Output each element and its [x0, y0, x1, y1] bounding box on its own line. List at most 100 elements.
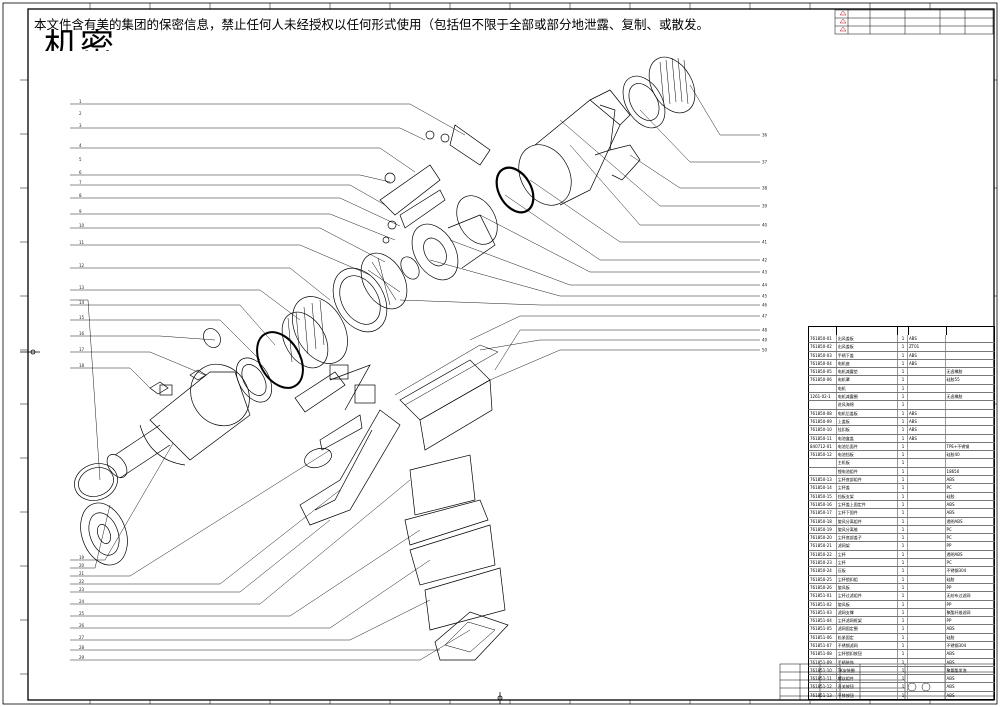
bom-row: 840712-01 电池后面件 1 TPE+不锈钢 — [808, 442, 995, 452]
bom-cell-code: 761850-01 — [809, 335, 837, 343]
bom-cell-mat — [908, 368, 946, 376]
callout-number: 20 — [79, 563, 85, 568]
bom-cell-rem: PC — [946, 535, 952, 541]
bom-row: 761850-14 尘杯盖 1 PC — [808, 484, 995, 493]
bom-row: 761850-01 出风盖板 1 ABS — [808, 335, 995, 344]
bom-cell-qty: 1 — [898, 417, 908, 426]
bom-cell-code: 761851-08 — [809, 650, 837, 658]
bom-cell-qty: 1 — [898, 666, 908, 675]
bom-cell-mat — [908, 484, 946, 492]
bom-cell-mat: ABS — [908, 417, 946, 426]
bom-row: 761850-22 尘杯 1 透明ABS — [808, 550, 995, 560]
bom-row: 761850-05 电机减震垫 1 无卤橡胶 — [808, 368, 995, 377]
bom-cell-name: 电机减震圈 — [837, 393, 899, 401]
bom-cell-mat — [908, 583, 946, 592]
bom-cell-mat — [908, 666, 946, 675]
bom-cell-rem — [946, 352, 994, 359]
bom-cell-rem: ABS — [946, 477, 955, 483]
bom-cell-name: 尘杯底部组件 — [837, 476, 899, 484]
bom-cell-name: 滤网支撑 — [837, 608, 899, 617]
bom-cell-mat: ABS — [908, 409, 946, 417]
bom-cell-rem: PC — [946, 560, 952, 566]
bom-cell-rem: ABS — [946, 510, 955, 516]
bom-cell-rem — [946, 426, 994, 433]
bom-cell-rem: ABS — [946, 692, 955, 698]
bom-row: 761851-07 不锈钢滤网 1 不锈钢304 — [808, 641, 995, 651]
bom-cell-name: TK安装圈 — [837, 666, 899, 675]
bom-cell-mat — [908, 393, 946, 401]
bom-cell-mat: ABS — [908, 351, 946, 359]
bom-cell-rem: ABS — [946, 684, 955, 690]
bom-cell-mat — [908, 683, 946, 691]
callout-number: 13 — [79, 285, 85, 290]
bom-cell-qty: 1 — [898, 368, 908, 376]
bom-cell-name: 尘杯锁扣组 — [837, 575, 899, 583]
callout-number: 15 — [79, 315, 85, 320]
bom-cell-qty: 1 — [898, 683, 908, 691]
bom-cell-qty: 1 — [898, 359, 908, 368]
bom-cell-qty: 1 — [898, 641, 908, 650]
bom-row: 761850-04 电机座 1 ABS — [808, 359, 995, 369]
bom-cell-rem: 透明ABS — [946, 518, 963, 524]
top-controls — [379, 124, 491, 244]
bom-cell-code: 761850-22 — [809, 550, 837, 558]
bom-cell-code: 761850-16 — [809, 500, 837, 509]
bom-cell-rem — [946, 459, 994, 466]
bom-cell-rem: 硅胶55 — [946, 377, 960, 383]
bom-cell-mat — [908, 691, 946, 700]
bom-cell-code: 840712-01 — [809, 442, 837, 451]
bom-cell-mat — [908, 451, 946, 459]
bom-cell-code: 761851-04 — [809, 617, 837, 625]
bom-cell-qty: 1 — [898, 409, 908, 417]
bom-cell-rem — [946, 410, 994, 417]
bom-cell-code: 761850-15 — [809, 492, 837, 500]
bom-cell-mat — [908, 633, 946, 641]
bom-cell-mat — [908, 467, 946, 476]
bom-cell-mat: ZT01 — [908, 343, 946, 351]
bom-cell-code: 1261-02-1 — [809, 393, 837, 401]
bom-row: 761850-09 上盖板 1 ABS — [808, 417, 995, 427]
bom-row: 761850-08 电机后盖板 1 ABS — [808, 409, 995, 418]
callout-number: 7 — [79, 180, 82, 185]
bom-cell-rem: 硅胶 — [946, 576, 955, 582]
bom-cell-qty: 1 — [898, 426, 908, 434]
bom-cell-mat — [908, 384, 946, 393]
bom-cell-rem: 18650 — [946, 468, 960, 474]
bom-cell-rem: ABS — [946, 626, 955, 632]
bom-cell-code — [809, 459, 837, 467]
bom-cell-mat — [908, 625, 946, 633]
bom-cell-code: 761850-23 — [809, 559, 837, 567]
bom-cell-code: 761850-10 — [809, 426, 837, 434]
bom-cell-mat: ABS — [908, 426, 946, 434]
bom-row: 761850-18 旋风分离组件 1 透明ABS — [808, 517, 995, 526]
bom-cell-name: 挂扣板 — [837, 426, 899, 434]
bom-cell-name: 尘杯 — [837, 550, 899, 558]
bom-cell-qty: 1 — [898, 509, 908, 517]
bom-cell-name: 滤网固定圈 — [837, 625, 899, 633]
drawing-sheet: 1 2 3 4 5 6 7 8 9 10 11 12 13 14 15 16 17 18 19 20 21 22 23 24 2… — [0, 0, 1000, 707]
bom-cell-qty: 1 — [898, 542, 908, 550]
callout-number: 45 — [762, 294, 768, 299]
callout-number: 21 — [79, 571, 85, 576]
bom-row: 761851-13 平移按钮 1 ABS — [808, 691, 995, 701]
bom-cell-mat — [908, 517, 946, 525]
bom-cell-code: 761850-08 — [809, 409, 837, 417]
bom-cell-qty: 1 — [898, 376, 908, 384]
bom-cell-rem: 不锈钢304 — [946, 568, 967, 574]
drawing-title: 机密 — [44, 29, 116, 51]
bom-cell-name: 电机减震垫 — [837, 368, 899, 376]
bom-row: 锂电池组件 1 18650 — [808, 467, 995, 477]
bom-cell-rem: 无卤橡胶 — [946, 369, 963, 375]
callout-number: 12 — [79, 263, 85, 268]
bom-cell-name: 不锈钢滤网 — [837, 641, 899, 650]
callout-number: 40 — [762, 223, 768, 228]
callout-number: 48 — [762, 328, 768, 333]
bom-cell-qty: 1 — [898, 608, 908, 617]
bom-row: 761850-10 挂扣板 1 ABS — [808, 426, 995, 435]
bom-cell-name: 旋风分离组件 — [837, 517, 899, 525]
bom-cell-mat — [908, 509, 946, 517]
callout-number: 41 — [762, 240, 768, 245]
bom-cell-name: 旋风板 — [837, 600, 899, 608]
bom-cell-qty: 1 — [898, 384, 908, 393]
bom-row: 761850-25 尘杯锁扣组 1 硅胶 — [808, 575, 995, 584]
